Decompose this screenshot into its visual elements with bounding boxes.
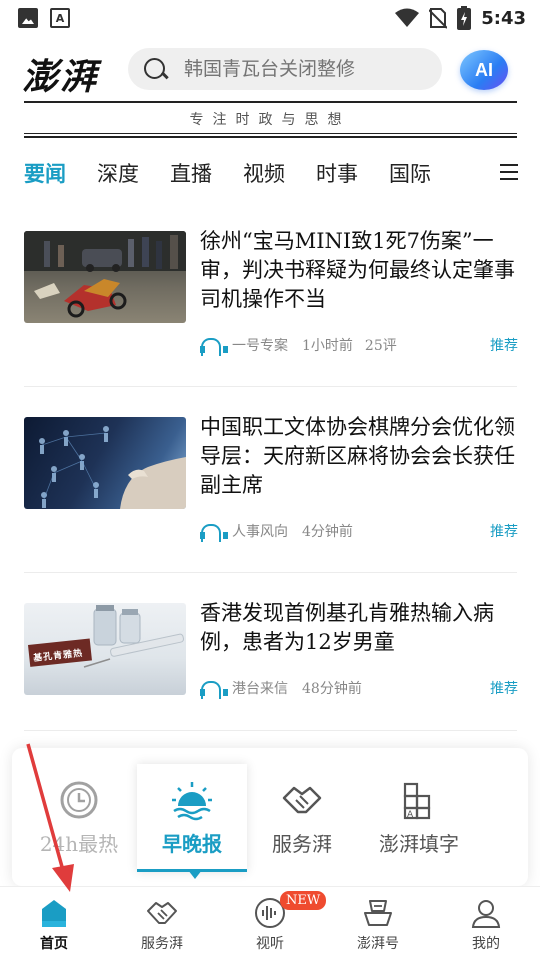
tab-shishi[interactable]: 时事 xyxy=(316,158,358,188)
masthead-slogan: 专注时政与思想 xyxy=(189,112,351,128)
image-icon xyxy=(18,8,38,28)
service-label: 服务湃 xyxy=(272,832,332,856)
tabbar-service[interactable]: 服务湃 xyxy=(108,887,216,960)
status-right: 5:43 xyxy=(395,6,526,30)
tabbar-home[interactable]: 首页 xyxy=(0,887,108,960)
wifi-icon xyxy=(395,8,420,27)
masthead-bottom-rule xyxy=(24,133,517,134)
news-item[interactable]: 中国职工文体协会棋牌分会优化领导层：天府新区麻将协会会长获任副主席 人事风向 4… xyxy=(24,415,518,547)
channel-tabs: 要闻 深度 直播 视频 时事 国际 xyxy=(0,152,540,194)
crossword-icon: A xyxy=(397,778,441,822)
masthead-bottom-rule-thick xyxy=(24,136,517,138)
status-bar: A 5:43 xyxy=(0,0,540,36)
app-logo[interactable]: 澎湃 xyxy=(22,48,98,100)
news-title[interactable]: 香港发现首例基孔肯雅热输入病例，患者为12岁男童 xyxy=(200,599,518,657)
ship-icon xyxy=(362,897,394,929)
tab-shendu[interactable]: 深度 xyxy=(97,158,139,188)
bottom-tab-bar: 首页 服务湃 视听 澎湃号 我的 NEW xyxy=(0,886,540,960)
news-source[interactable]: 人事风向 xyxy=(232,521,288,541)
list-divider xyxy=(24,386,517,387)
tabbar-label: 服务湃 xyxy=(141,936,183,952)
tab-shipin[interactable]: 视频 xyxy=(243,158,285,188)
accident-photo xyxy=(24,231,186,318)
sunrise-icon xyxy=(170,778,214,822)
user-icon xyxy=(470,897,502,929)
battery-charging-icon xyxy=(457,6,472,30)
search-bar[interactable] xyxy=(128,48,442,90)
service-label: 早晚报 xyxy=(162,832,222,856)
news-item[interactable]: 徐州“宝马MINI致1死7伤案”一审，判决书释疑为何最终认定肇事司机操作不当 一… xyxy=(24,229,518,361)
search-input[interactable] xyxy=(184,58,424,80)
news-comments: 25评 xyxy=(364,338,397,354)
tabbar-label: 澎湃号 xyxy=(357,936,399,952)
recommend-tag: 推荐 xyxy=(490,681,518,697)
masthead-top-rule xyxy=(24,101,517,103)
clock-icon xyxy=(57,778,101,822)
service-label: 澎湃填字 xyxy=(379,832,459,856)
news-title[interactable]: 中国职工文体协会棋牌分会优化领导层：天府新区麻将协会会长获任副主席 xyxy=(200,413,518,500)
handshake-icon xyxy=(280,778,324,822)
tabbar-label: 视听 xyxy=(256,936,284,952)
tab-zhibo[interactable]: 直播 xyxy=(170,158,212,188)
news-time: 1小时前 xyxy=(302,338,353,354)
handshake-icon xyxy=(146,897,178,929)
active-indicator-caret xyxy=(188,870,202,879)
news-time: 48分钟前 xyxy=(302,681,362,697)
news-source[interactable]: 港台来信 xyxy=(232,678,288,698)
service-fuwupai[interactable]: 服务湃 xyxy=(247,764,357,872)
recommend-tag: 推荐 xyxy=(490,524,518,540)
search-icon xyxy=(142,56,168,82)
news-source[interactable]: 一号专案 xyxy=(232,335,288,355)
news-meta: 一号专案 1小时前 25评 推荐 xyxy=(200,335,518,356)
tab-yaowen[interactable]: 要闻 xyxy=(24,158,66,188)
status-left: A xyxy=(18,8,70,28)
svg-text:A: A xyxy=(407,810,414,820)
home-icon xyxy=(38,897,70,929)
news-meta: 人事风向 4分钟前 推荐 xyxy=(200,521,518,542)
news-thumbnail[interactable] xyxy=(24,417,186,509)
new-badge: NEW xyxy=(280,891,327,910)
header: 澎湃 AI xyxy=(0,40,540,100)
service-crossword[interactable]: A 澎湃填字 xyxy=(357,764,481,872)
service-label: 24h最热 xyxy=(39,832,119,856)
list-divider xyxy=(24,572,517,573)
service-morning-evening[interactable]: 早晚报 xyxy=(137,764,247,872)
no-sim-icon xyxy=(429,8,448,29)
network-people-photo xyxy=(39,426,186,509)
status-time: 5:43 xyxy=(481,7,526,29)
ai-assistant-button[interactable]: AI xyxy=(460,50,508,90)
a-text-icon: A xyxy=(50,8,70,28)
tab-guoji[interactable]: 国际 xyxy=(389,158,431,188)
tabbar-pengpaihao[interactable]: 澎湃号 xyxy=(324,887,432,960)
news-meta: 港台来信 48分钟前 推荐 xyxy=(200,678,518,699)
list-divider xyxy=(24,730,517,731)
tabbar-label: 我的 xyxy=(472,936,500,952)
channel-menu-icon[interactable] xyxy=(500,164,518,180)
news-title[interactable]: 徐州“宝马MINI致1死7伤案”一审，判决书释疑为何最终认定肇事司机操作不当 xyxy=(200,227,518,314)
service-24h-hot[interactable]: 24h最热 xyxy=(24,764,134,872)
news-thumbnail[interactable] xyxy=(24,231,186,323)
service-shortcuts-panel: 24h最热 早晚报 服务湃 A 澎湃填字 xyxy=(12,748,528,886)
headphone-icon[interactable] xyxy=(200,523,228,542)
headphone-icon[interactable] xyxy=(200,337,228,356)
headphone-icon[interactable] xyxy=(200,680,228,699)
news-time: 4分钟前 xyxy=(302,524,353,540)
recommend-tag: 推荐 xyxy=(490,338,518,354)
tabbar-label: 首页 xyxy=(40,936,68,952)
tabbar-mine[interactable]: 我的 xyxy=(432,887,540,960)
